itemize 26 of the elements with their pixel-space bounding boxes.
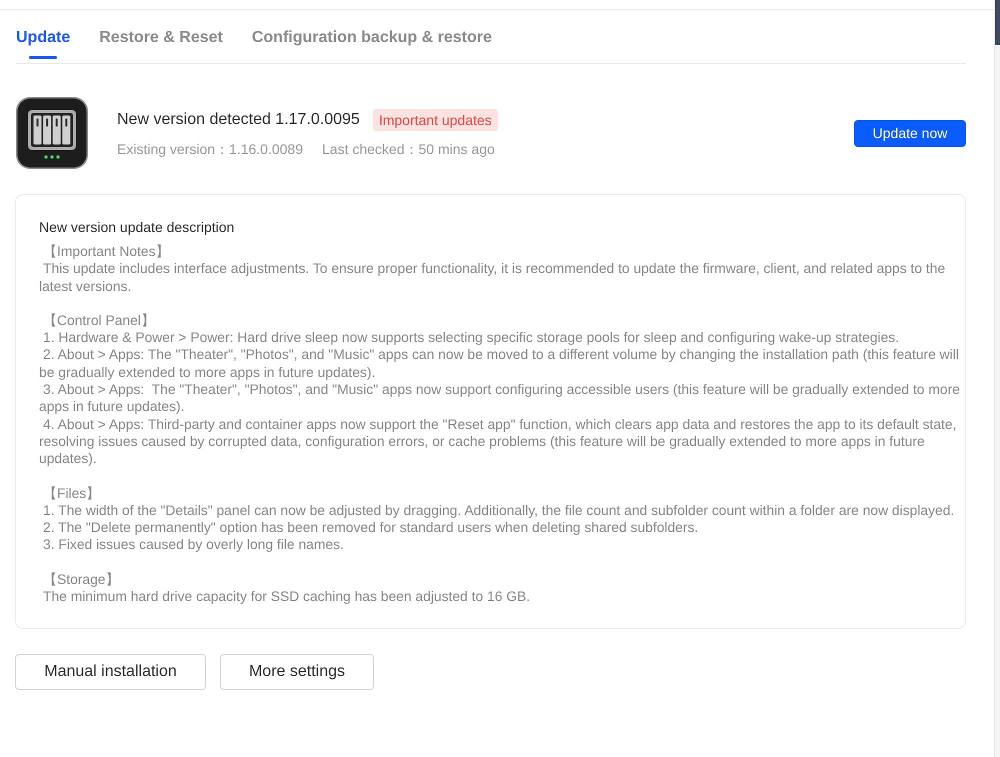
description-text: 3. Fixed issues caused by overly long file names. [42, 536, 345, 554]
description-text: 2. About > Apps: The "Theater", "Photos", and "Music" apps can now be moved to a different volume by changing the installation path (this feature will be gradually extended to more apps in future updates). [39, 346, 960, 382]
secondary-button[interactable]: Manual installation [15, 654, 206, 690]
section-heading: 【Important Notes】 [42, 243, 170, 260]
description-text: 4. About > Apps: Third-party and container apps now support the "Reset app" function, which clears app data and restores the app to its default state, resolving issues caused by corrupted data, configuration errors, or cache problems (this feature will be gradually extended to more apps in future updates). [39, 416, 958, 468]
description-text: 1. Hardware & Power > Power: Hard drive sleep now supports selecting specific storage pools for sleep and configuring wake-up strategies. [42, 329, 900, 346]
section-heading: 【Files】 [42, 484, 102, 502]
description-text: 3. About > Apps: The "Theater", "Photos", and "Music" apps now support configuring accessible users (this feature will be gradually extended to more apps in future updates). [39, 381, 961, 416]
scrollbar-thumb[interactable] [995, 0, 1000, 45]
section-heading: 【Control Panel】 [42, 312, 156, 330]
description-text: 1. The width of the "Details" panel can now be adjusted by dragging. Additionally, the file count and subfolder count within a folder are now displayed. [42, 502, 956, 520]
tab[interactable]: Configuration backup & restore [252, 10, 492, 63]
secondary-button[interactable]: More settings [220, 654, 374, 690]
nas-device-icon [16, 97, 88, 169]
description-text: The minimum hard drive capacity for SSD caching has been adjusted to 16 GB. [42, 588, 532, 606]
existing-version-text: Existing version：1.16.0.0089 [117, 140, 303, 158]
update-priority-tag: Important updates [372, 108, 498, 130]
tab[interactable]: Restore & Reset [99, 10, 223, 63]
new-version-title: New version detected 1.17.0.0095 [117, 110, 360, 130]
section-heading: 【Storage】 [42, 570, 120, 588]
tab[interactable]: Update [16, 10, 70, 63]
description-text: 2. The "Delete permanently" option has been removed for standard users when deleting shared subfolders. [42, 519, 700, 536]
description-text: This update includes interface adjustments. To ensure proper functionality, it is recommended to update the firmware, client, and related apps to the latest versions. [39, 260, 946, 295]
last-checked-text: Last checked：50 mins ago [322, 140, 495, 158]
update-now-button[interactable]: Update now [854, 120, 966, 146]
description-title: New version update description [39, 218, 236, 236]
